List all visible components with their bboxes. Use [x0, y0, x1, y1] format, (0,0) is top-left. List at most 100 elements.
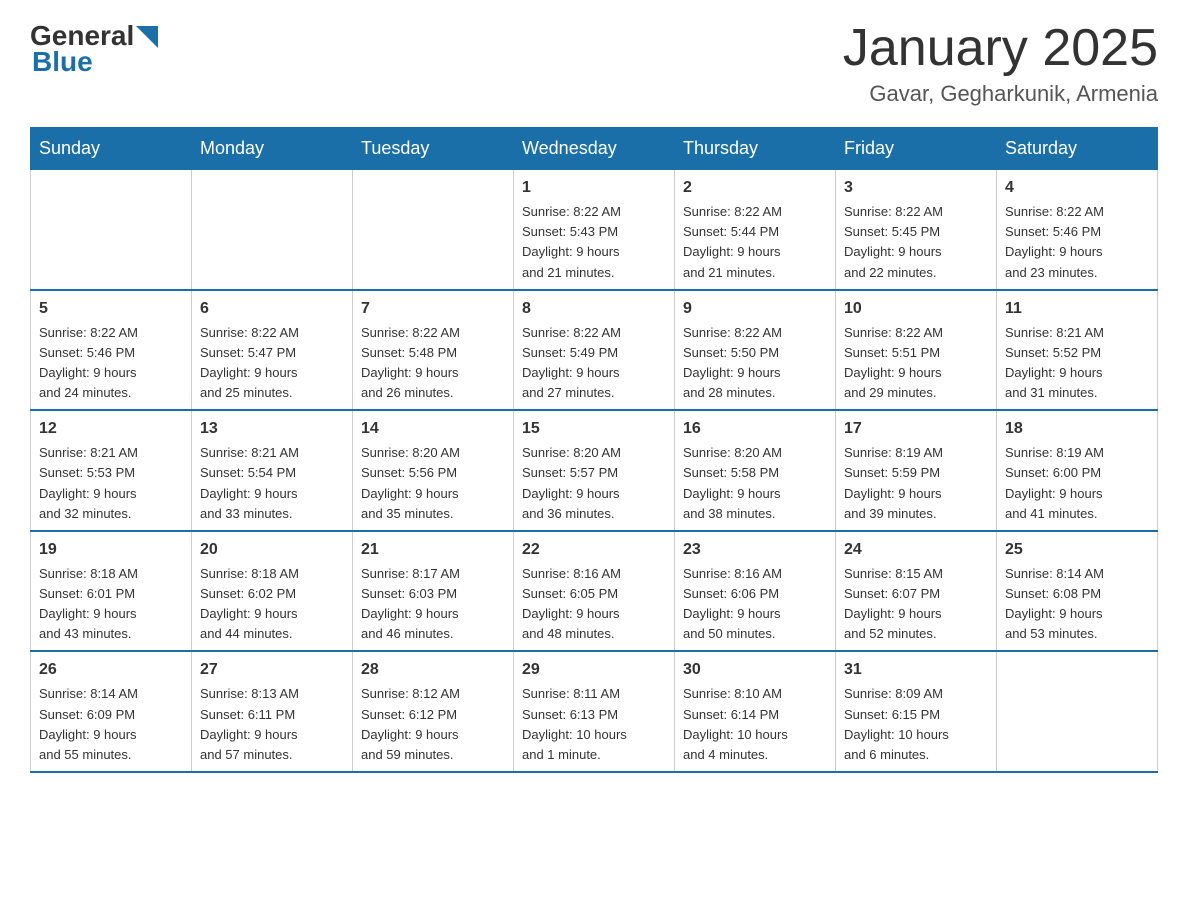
logo-blue-text: Blue: [32, 46, 93, 78]
day-info: Sunrise: 8:22 AM Sunset: 5:51 PM Dayligh…: [844, 323, 988, 404]
page-header: General Blue January 2025 Gavar, Geghark…: [30, 20, 1158, 107]
day-info: Sunrise: 8:21 AM Sunset: 5:53 PM Dayligh…: [39, 443, 183, 524]
calendar-week-row: 12Sunrise: 8:21 AM Sunset: 5:53 PM Dayli…: [31, 410, 1158, 531]
day-info: Sunrise: 8:10 AM Sunset: 6:14 PM Dayligh…: [683, 684, 827, 765]
calendar-cell: 8Sunrise: 8:22 AM Sunset: 5:49 PM Daylig…: [514, 290, 675, 411]
day-number: 11: [1005, 297, 1149, 321]
day-number: 15: [522, 417, 666, 441]
calendar-cell: 16Sunrise: 8:20 AM Sunset: 5:58 PM Dayli…: [675, 410, 836, 531]
day-info: Sunrise: 8:22 AM Sunset: 5:48 PM Dayligh…: [361, 323, 505, 404]
calendar-cell: 29Sunrise: 8:11 AM Sunset: 6:13 PM Dayli…: [514, 651, 675, 772]
day-number: 9: [683, 297, 827, 321]
day-number: 14: [361, 417, 505, 441]
day-number: 2: [683, 176, 827, 200]
calendar-cell: 26Sunrise: 8:14 AM Sunset: 6:09 PM Dayli…: [31, 651, 192, 772]
day-number: 17: [844, 417, 988, 441]
day-number: 28: [361, 658, 505, 682]
day-info: Sunrise: 8:22 AM Sunset: 5:46 PM Dayligh…: [39, 323, 183, 404]
day-info: Sunrise: 8:22 AM Sunset: 5:44 PM Dayligh…: [683, 202, 827, 283]
calendar-week-row: 19Sunrise: 8:18 AM Sunset: 6:01 PM Dayli…: [31, 531, 1158, 652]
calendar-cell: 3Sunrise: 8:22 AM Sunset: 5:45 PM Daylig…: [836, 170, 997, 290]
calendar-cell: 5Sunrise: 8:22 AM Sunset: 5:46 PM Daylig…: [31, 290, 192, 411]
day-info: Sunrise: 8:20 AM Sunset: 5:56 PM Dayligh…: [361, 443, 505, 524]
day-info: Sunrise: 8:22 AM Sunset: 5:49 PM Dayligh…: [522, 323, 666, 404]
day-info: Sunrise: 8:20 AM Sunset: 5:58 PM Dayligh…: [683, 443, 827, 524]
day-number: 29: [522, 658, 666, 682]
day-number: 19: [39, 538, 183, 562]
header-day-saturday: Saturday: [997, 128, 1158, 170]
calendar-cell: 23Sunrise: 8:16 AM Sunset: 6:06 PM Dayli…: [675, 531, 836, 652]
day-info: Sunrise: 8:22 AM Sunset: 5:47 PM Dayligh…: [200, 323, 344, 404]
day-info: Sunrise: 8:15 AM Sunset: 6:07 PM Dayligh…: [844, 564, 988, 645]
calendar-cell: 27Sunrise: 8:13 AM Sunset: 6:11 PM Dayli…: [192, 651, 353, 772]
day-info: Sunrise: 8:17 AM Sunset: 6:03 PM Dayligh…: [361, 564, 505, 645]
day-info: Sunrise: 8:21 AM Sunset: 5:52 PM Dayligh…: [1005, 323, 1149, 404]
day-number: 13: [200, 417, 344, 441]
day-number: 6: [200, 297, 344, 321]
day-info: Sunrise: 8:09 AM Sunset: 6:15 PM Dayligh…: [844, 684, 988, 765]
header-day-sunday: Sunday: [31, 128, 192, 170]
calendar-header: SundayMondayTuesdayWednesdayThursdayFrid…: [31, 128, 1158, 170]
calendar-cell: 12Sunrise: 8:21 AM Sunset: 5:53 PM Dayli…: [31, 410, 192, 531]
calendar-week-row: 26Sunrise: 8:14 AM Sunset: 6:09 PM Dayli…: [31, 651, 1158, 772]
calendar-cell: 30Sunrise: 8:10 AM Sunset: 6:14 PM Dayli…: [675, 651, 836, 772]
header-day-thursday: Thursday: [675, 128, 836, 170]
calendar-week-row: 5Sunrise: 8:22 AM Sunset: 5:46 PM Daylig…: [31, 290, 1158, 411]
header-day-monday: Monday: [192, 128, 353, 170]
calendar-cell: 28Sunrise: 8:12 AM Sunset: 6:12 PM Dayli…: [353, 651, 514, 772]
calendar-cell: 19Sunrise: 8:18 AM Sunset: 6:01 PM Dayli…: [31, 531, 192, 652]
calendar-week-row: 1Sunrise: 8:22 AM Sunset: 5:43 PM Daylig…: [31, 170, 1158, 290]
day-info: Sunrise: 8:11 AM Sunset: 6:13 PM Dayligh…: [522, 684, 666, 765]
day-number: 20: [200, 538, 344, 562]
calendar-cell: 25Sunrise: 8:14 AM Sunset: 6:08 PM Dayli…: [997, 531, 1158, 652]
day-number: 25: [1005, 538, 1149, 562]
day-number: 18: [1005, 417, 1149, 441]
day-info: Sunrise: 8:21 AM Sunset: 5:54 PM Dayligh…: [200, 443, 344, 524]
calendar-table: SundayMondayTuesdayWednesdayThursdayFrid…: [30, 127, 1158, 773]
calendar-cell: [353, 170, 514, 290]
calendar-cell: 24Sunrise: 8:15 AM Sunset: 6:07 PM Dayli…: [836, 531, 997, 652]
day-number: 4: [1005, 176, 1149, 200]
location-title: Gavar, Gegharkunik, Armenia: [843, 81, 1158, 107]
day-number: 1: [522, 176, 666, 200]
day-info: Sunrise: 8:18 AM Sunset: 6:02 PM Dayligh…: [200, 564, 344, 645]
calendar-cell: [31, 170, 192, 290]
day-info: Sunrise: 8:20 AM Sunset: 5:57 PM Dayligh…: [522, 443, 666, 524]
calendar-cell: 17Sunrise: 8:19 AM Sunset: 5:59 PM Dayli…: [836, 410, 997, 531]
day-number: 16: [683, 417, 827, 441]
day-number: 27: [200, 658, 344, 682]
calendar-cell: 22Sunrise: 8:16 AM Sunset: 6:05 PM Dayli…: [514, 531, 675, 652]
day-info: Sunrise: 8:14 AM Sunset: 6:08 PM Dayligh…: [1005, 564, 1149, 645]
day-info: Sunrise: 8:14 AM Sunset: 6:09 PM Dayligh…: [39, 684, 183, 765]
header-day-tuesday: Tuesday: [353, 128, 514, 170]
calendar-cell: 15Sunrise: 8:20 AM Sunset: 5:57 PM Dayli…: [514, 410, 675, 531]
day-number: 12: [39, 417, 183, 441]
day-info: Sunrise: 8:13 AM Sunset: 6:11 PM Dayligh…: [200, 684, 344, 765]
calendar-cell: 21Sunrise: 8:17 AM Sunset: 6:03 PM Dayli…: [353, 531, 514, 652]
day-info: Sunrise: 8:16 AM Sunset: 6:05 PM Dayligh…: [522, 564, 666, 645]
calendar-cell: 1Sunrise: 8:22 AM Sunset: 5:43 PM Daylig…: [514, 170, 675, 290]
day-number: 23: [683, 538, 827, 562]
logo-triangle-icon: [136, 26, 158, 48]
month-title: January 2025: [843, 20, 1158, 77]
calendar-cell: [997, 651, 1158, 772]
calendar-cell: 13Sunrise: 8:21 AM Sunset: 5:54 PM Dayli…: [192, 410, 353, 531]
header-row: SundayMondayTuesdayWednesdayThursdayFrid…: [31, 128, 1158, 170]
day-info: Sunrise: 8:22 AM Sunset: 5:46 PM Dayligh…: [1005, 202, 1149, 283]
calendar-cell: 14Sunrise: 8:20 AM Sunset: 5:56 PM Dayli…: [353, 410, 514, 531]
calendar-cell: 9Sunrise: 8:22 AM Sunset: 5:50 PM Daylig…: [675, 290, 836, 411]
calendar-cell: [192, 170, 353, 290]
calendar-cell: 11Sunrise: 8:21 AM Sunset: 5:52 PM Dayli…: [997, 290, 1158, 411]
logo: General Blue: [30, 20, 158, 78]
day-info: Sunrise: 8:18 AM Sunset: 6:01 PM Dayligh…: [39, 564, 183, 645]
calendar-cell: 2Sunrise: 8:22 AM Sunset: 5:44 PM Daylig…: [675, 170, 836, 290]
calendar-cell: 4Sunrise: 8:22 AM Sunset: 5:46 PM Daylig…: [997, 170, 1158, 290]
day-number: 31: [844, 658, 988, 682]
day-number: 30: [683, 658, 827, 682]
calendar-cell: 20Sunrise: 8:18 AM Sunset: 6:02 PM Dayli…: [192, 531, 353, 652]
calendar-body: 1Sunrise: 8:22 AM Sunset: 5:43 PM Daylig…: [31, 170, 1158, 772]
day-info: Sunrise: 8:22 AM Sunset: 5:50 PM Dayligh…: [683, 323, 827, 404]
day-number: 24: [844, 538, 988, 562]
day-number: 5: [39, 297, 183, 321]
day-number: 7: [361, 297, 505, 321]
